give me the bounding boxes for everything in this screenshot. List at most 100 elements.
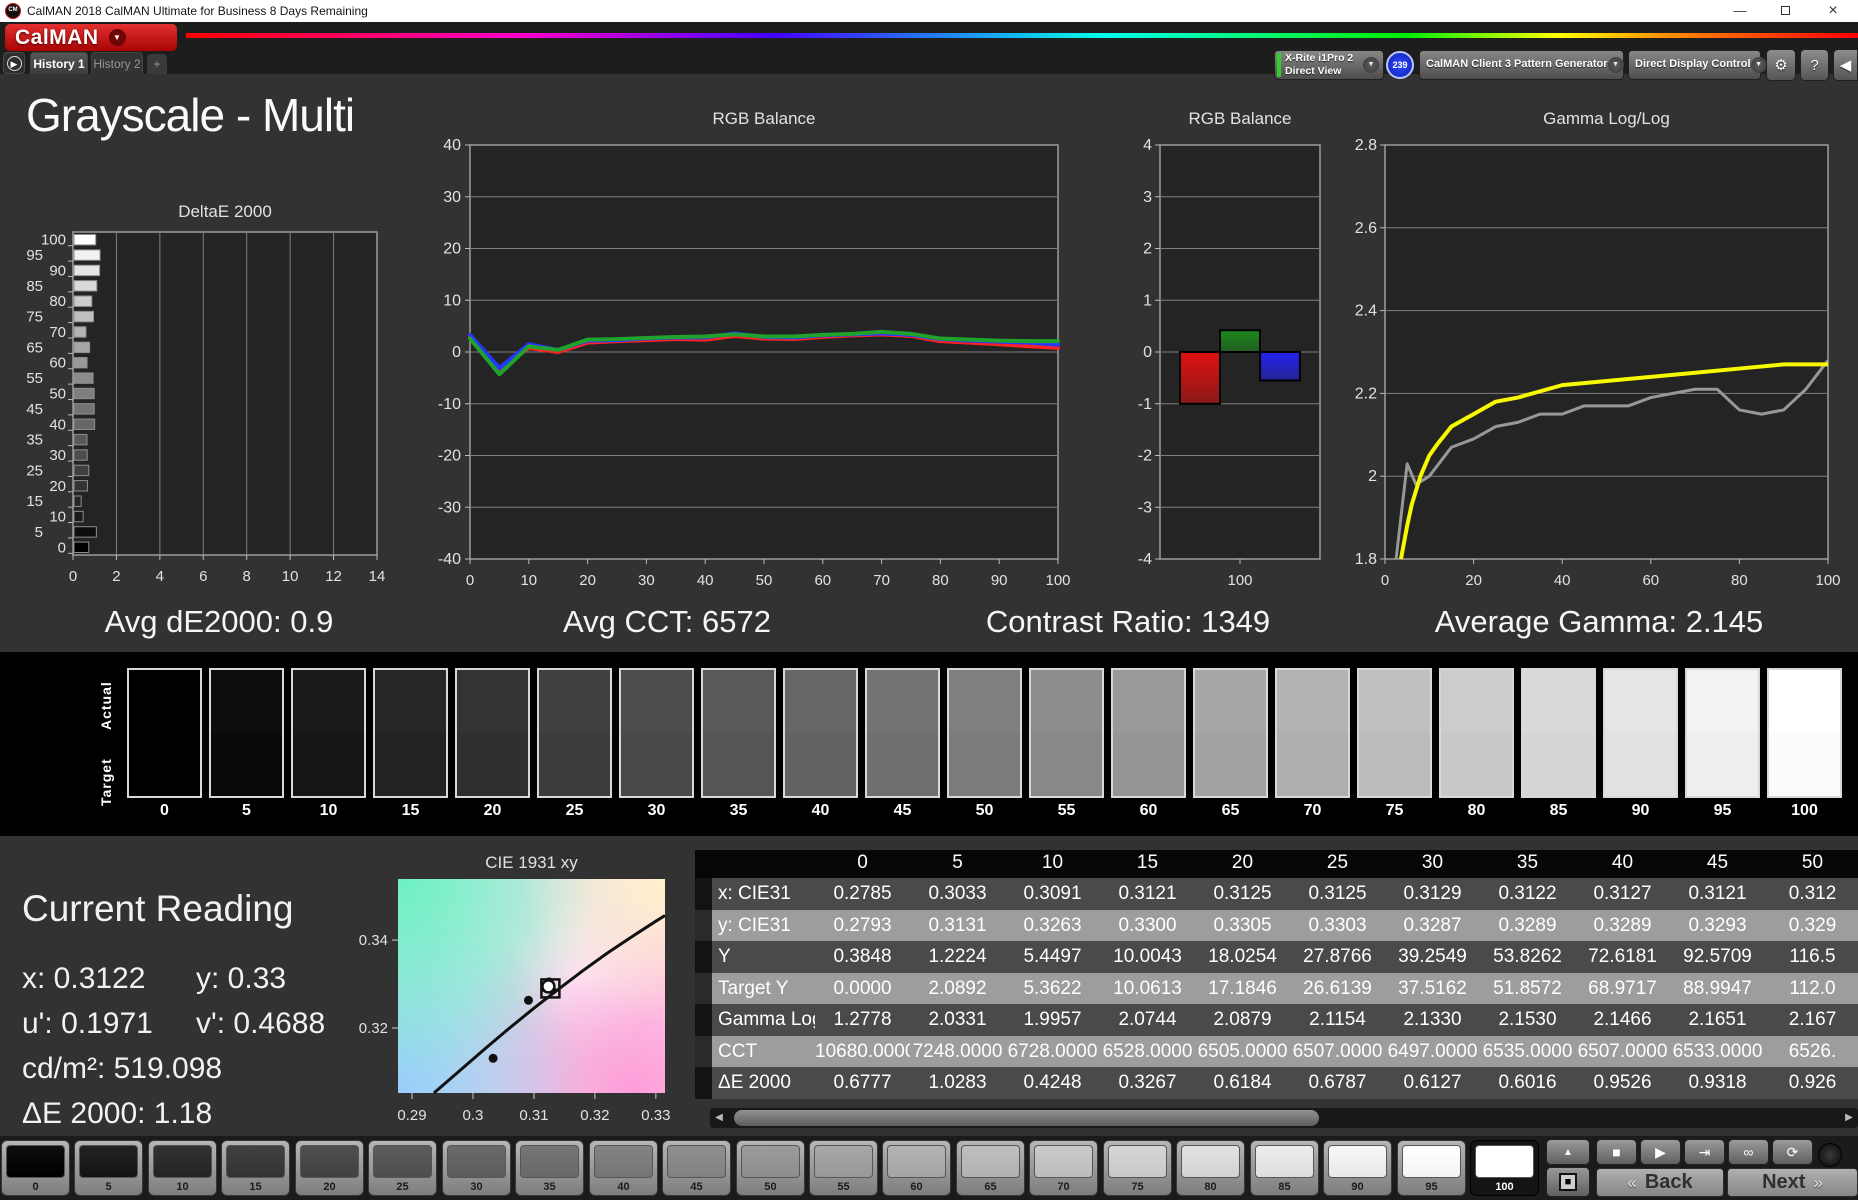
table-column-header: 15 (1136, 852, 1159, 873)
grayscale-swatch-35 (701, 668, 776, 798)
add-tab-button[interactable]: + (147, 54, 167, 74)
window-title: CalMAN 2018 CalMAN Ultimate for Business… (27, 4, 368, 18)
minimize-button[interactable]: — (1723, 0, 1757, 22)
table-cell: 37.5162 (1398, 977, 1467, 999)
svg-text:40: 40 (697, 572, 714, 589)
pattern-patch (741, 1145, 800, 1178)
swatch-label: 50 (975, 802, 994, 819)
table-cell: 2.0744 (1118, 1009, 1177, 1030)
table-scrollbar[interactable]: ◀ ▶ (710, 1108, 1858, 1128)
calman-logo-button[interactable]: CalMAN ▼ (5, 24, 177, 51)
play-button[interactable]: ▶ (1640, 1139, 1681, 1165)
svg-text:-3: -3 (1138, 499, 1152, 516)
pattern-level-button-95[interactable]: 95 (1397, 1140, 1466, 1196)
table-cell: 0.3303 (1308, 914, 1367, 936)
pattern-level-button-30[interactable]: 30 (442, 1140, 511, 1196)
swatch-label: 20 (483, 802, 502, 819)
svg-text:0: 0 (1143, 344, 1152, 361)
svg-text:70: 70 (873, 572, 890, 589)
refresh-icon: ⟳ (1786, 1144, 1799, 1160)
grayscale-swatch-20 (455, 668, 530, 798)
pattern-level-button-60[interactable]: 60 (882, 1140, 951, 1196)
pattern-up-button[interactable]: ▲ (1546, 1139, 1590, 1165)
svg-text:100: 100 (1815, 572, 1840, 589)
table-cell: 88.9947 (1683, 977, 1752, 999)
pattern-window-button[interactable]: ■ (1546, 1167, 1590, 1197)
svg-text:4: 4 (156, 568, 164, 585)
scrollbar-thumb[interactable] (734, 1110, 1319, 1126)
tab-history-2[interactable]: History 2 (91, 52, 143, 74)
svg-text:10: 10 (443, 292, 461, 309)
pattern-level-button-5[interactable]: 5 (74, 1140, 143, 1196)
meter-dropdown[interactable]: X-Rite i1Pro 2 Direct View ▼ (1274, 50, 1384, 80)
svg-text:15: 15 (26, 493, 43, 510)
stop-icon: ■ (1612, 1144, 1621, 1160)
pattern-level-button-20[interactable]: 20 (295, 1140, 364, 1196)
rgb-balance-bar-chart: RGB Balance -4 -3 -2 -1 0 1 2 3 4 100 (1138, 109, 1321, 589)
close-button[interactable]: × (1816, 0, 1850, 22)
pattern-level-button-50[interactable]: 50 (736, 1140, 805, 1196)
pattern-level-button-75[interactable]: 75 (1103, 1140, 1172, 1196)
chevron-down-icon: ▼ (1750, 57, 1767, 73)
tab-scroll-button[interactable]: ▶ (3, 52, 25, 74)
svg-text:0.34: 0.34 (359, 932, 388, 949)
pattern-level-button-85[interactable]: 85 (1250, 1140, 1319, 1196)
step-button[interactable]: ⇥ (1684, 1139, 1725, 1165)
pattern-level-button-40[interactable]: 40 (589, 1140, 658, 1196)
continuous-button[interactable]: ∞ (1728, 1139, 1769, 1165)
svg-text:-2: -2 (1138, 448, 1152, 465)
swatch-label: 40 (811, 802, 830, 819)
table-cell: 68.9717 (1588, 977, 1657, 999)
table-cell: 92.5709 (1683, 946, 1752, 967)
play-icon: ▶ (6, 56, 22, 71)
pattern-level-button-65[interactable]: 65 (956, 1140, 1025, 1196)
table-row: x: CIE31 0.2785 0.3033 0.3091 0.3121 0.3125 0.… (695, 878, 1858, 910)
gear-icon: ⚙ (1774, 57, 1788, 74)
scroll-right-button[interactable]: ▶ (1840, 1108, 1858, 1128)
pattern-level-button-35[interactable]: 35 (515, 1140, 584, 1196)
help-button[interactable]: ? (1800, 49, 1829, 81)
pattern-level-label: 100 (1495, 1181, 1514, 1193)
pattern-generator-dropdown[interactable]: CalMAN Client 3 Pattern Generator ▼ (1419, 50, 1624, 80)
meter-count-badge: 239 (1386, 51, 1414, 79)
table-cell: 2.0331 (928, 1009, 987, 1030)
pattern-level-button-55[interactable]: 55 (809, 1140, 878, 1196)
display-control-dropdown[interactable]: Direct Display Control ▼ (1628, 50, 1767, 80)
svg-text:2: 2 (112, 568, 120, 585)
swatch-label: 55 (1057, 802, 1076, 819)
back-button[interactable]: « Back (1596, 1168, 1724, 1197)
table-cell: 1.2224 (928, 946, 987, 967)
table-cell: 0.9318 (1688, 1072, 1747, 1093)
next-button[interactable]: Next » (1727, 1168, 1858, 1197)
grayscale-swatch-5 (209, 668, 284, 798)
pattern-level-button-0[interactable]: 0 (1, 1140, 70, 1196)
table-row: ΔE 2000 0.6777 1.0283 0.4248 0.3267 0.6184 0.6… (695, 1067, 1858, 1099)
pattern-level-button-10[interactable]: 10 (148, 1140, 217, 1196)
pattern-level-button-90[interactable]: 90 (1323, 1140, 1392, 1196)
pattern-level-button-80[interactable]: 80 (1176, 1140, 1245, 1196)
svg-text:10: 10 (49, 509, 66, 526)
pattern-level-button-70[interactable]: 70 (1029, 1140, 1098, 1196)
pattern-level-button-25[interactable]: 25 (368, 1140, 437, 1196)
pattern-level-label: 80 (1204, 1181, 1217, 1193)
pattern-level-button-100[interactable]: 100 (1470, 1140, 1539, 1196)
maximize-button[interactable] (1768, 0, 1802, 22)
settings-button[interactable]: ⚙ (1766, 49, 1796, 81)
svg-text:RGB Balance: RGB Balance (713, 109, 816, 128)
rgb-balance-line-chart: RGB Balance -40 -30 -20 -10 0 10 20 30 40 0 10 20 30 4… (438, 109, 1071, 589)
tab-history-1[interactable]: History 1 (30, 52, 88, 74)
svg-text:70: 70 (49, 324, 66, 341)
scroll-left-button[interactable]: ◀ (710, 1108, 728, 1128)
logo-text: CalMAN (15, 25, 99, 49)
svg-text:20: 20 (1465, 572, 1482, 589)
pattern-level-button-45[interactable]: 45 (662, 1140, 731, 1196)
stop-button[interactable]: ■ (1596, 1139, 1637, 1165)
pattern-level-label: 40 (617, 1181, 630, 1193)
collapse-panel-button[interactable]: ◀ (1833, 49, 1858, 81)
measurement-table: 0 5 10 15 20 25 30 35 40 45 50 x: CIE31 0.2785 0.3033… (695, 850, 1858, 1099)
gamma-chart: Gamma Log/Log 1.8 2 2.2 2.4 2.6 2.8 0 20 40 60 80 10… (1355, 109, 1841, 589)
svg-text:0.32: 0.32 (359, 1020, 388, 1037)
refresh-button[interactable]: ⟳ (1772, 1139, 1813, 1165)
svg-text:2.4: 2.4 (1355, 303, 1377, 320)
pattern-level-button-15[interactable]: 15 (221, 1140, 290, 1196)
